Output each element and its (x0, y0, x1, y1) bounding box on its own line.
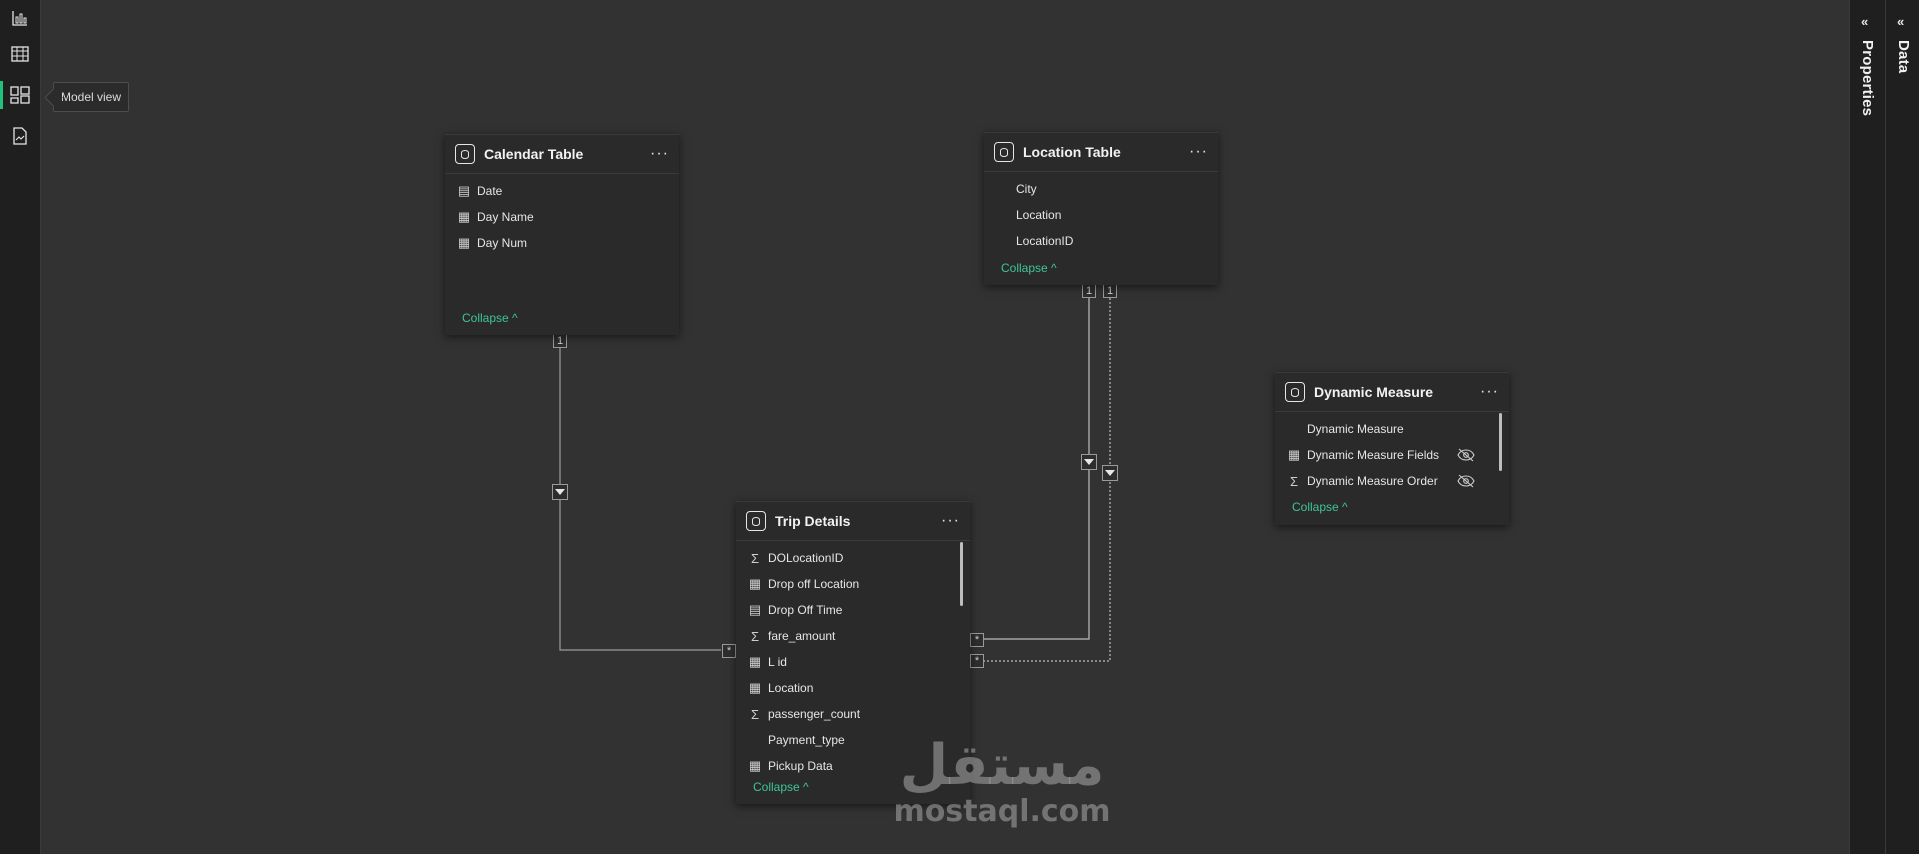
table-icon (746, 511, 766, 531)
field-dynamic-measure-fields[interactable]: ▦ Dynamic Measure Fields (1275, 442, 1509, 468)
table-icon (994, 142, 1014, 162)
relationship-calendar-trip[interactable] (559, 348, 721, 651)
calculated-column-icon: ▦ (748, 654, 762, 669)
collapse-link[interactable]: Collapse ^ (984, 261, 1057, 275)
trip-details-table-header[interactable]: Trip Details ··· (736, 502, 970, 541)
collapse-link[interactable]: Collapse ^ (1275, 500, 1348, 514)
field-drop-off-location[interactable]: ▦ Drop off Location (736, 571, 970, 597)
data-pane-label[interactable]: Data (1895, 40, 1912, 73)
location-table-title: Location Table (1023, 144, 1121, 160)
expand-chevron-icon[interactable]: « (1861, 14, 1868, 29)
field-drop-off-time[interactable]: ▤ Drop Off Time (736, 597, 970, 623)
dax-query-view-button[interactable] (0, 118, 40, 154)
field-date[interactable]: ▤ Date (445, 178, 679, 204)
trip-details-table-title: Trip Details (775, 513, 851, 529)
watermark-latin: mostaql.com (893, 794, 1111, 829)
cardinality-many-trip-location-b: * (970, 654, 984, 668)
field-parameter-icon: ▦ (1287, 447, 1301, 462)
calculated-column-icon: ▦ (457, 235, 471, 250)
table-icon (1285, 382, 1305, 402)
filter-direction-arrow-icon[interactable] (552, 484, 568, 500)
report-view-button[interactable] (0, 0, 40, 36)
dax-query-icon (13, 127, 27, 145)
field-day-name[interactable]: ▦ Day Name (445, 204, 679, 230)
calendar-icon: ▤ (748, 602, 762, 617)
sigma-icon: Σ (1289, 473, 1299, 489)
location-table-header[interactable]: Location Table ··· (984, 133, 1218, 172)
calendar-table-card[interactable]: Calendar Table ··· ▤ Date ▦ Day Name ▦ Day … (445, 134, 679, 335)
field-location[interactable]: Location (984, 202, 1218, 228)
hidden-eye-icon[interactable] (1457, 448, 1475, 462)
calculated-column-icon: ▦ (748, 576, 762, 591)
table-icon (455, 144, 475, 164)
more-options-icon[interactable]: ··· (941, 512, 960, 530)
cardinality-one-location-b: 1 (1103, 284, 1117, 298)
calendar-table-title: Calendar Table (484, 146, 584, 162)
calculated-column-icon: ▦ (748, 680, 762, 695)
field-fare-amount[interactable]: Σfare_amount (736, 623, 970, 649)
collapse-link[interactable]: Collapse ^ (445, 311, 518, 325)
model-canvas[interactable]: 1 1 1 * * * Calendar Table ··· ▤ Date ▦ Da… (41, 0, 1848, 854)
properties-pane-label[interactable]: Properties (1859, 40, 1876, 116)
field-city[interactable]: City (984, 176, 1218, 202)
calendar-icon: ▤ (457, 183, 471, 198)
dynamic-measure-table-title: Dynamic Measure (1314, 384, 1434, 400)
bar-chart-icon (12, 11, 27, 26)
collapse-link[interactable]: Collapse ^ (736, 780, 809, 794)
more-options-icon[interactable]: ··· (1189, 143, 1208, 161)
filter-direction-arrow-icon[interactable] (1081, 454, 1097, 470)
scrollbar[interactable] (960, 542, 963, 606)
field-location[interactable]: ▦ Location (736, 675, 970, 701)
field-dolocationid[interactable]: Σ DOLocationID (736, 545, 970, 571)
cardinality-many-trip-location-a: * (970, 633, 984, 647)
model-diagram-icon (10, 86, 30, 104)
field-l-id[interactable]: ▦ L id (736, 649, 970, 675)
location-table-card[interactable]: Location Table ··· City Location Locatio… (984, 132, 1218, 285)
field-dynamic-measure[interactable]: Dynamic Measure (1275, 416, 1509, 442)
field-locationid[interactable]: LocationID (984, 228, 1218, 254)
cardinality-many-trip-calendar: * (722, 644, 736, 658)
relationship-location-trip-active[interactable] (984, 298, 1090, 640)
data-pane-collapsed[interactable]: « Data (1886, 0, 1919, 854)
scrollbar[interactable] (1499, 413, 1502, 471)
sigma-icon: Σ (750, 706, 760, 722)
calculated-column-icon: ▦ (457, 209, 471, 224)
field-passenger-count[interactable]: Σpassenger_count (736, 701, 970, 727)
calendar-table-header[interactable]: Calendar Table ··· (445, 135, 679, 174)
properties-pane-collapsed[interactable]: « Properties (1850, 0, 1885, 854)
filter-direction-arrow-icon[interactable] (1102, 465, 1118, 481)
view-switcher-rail (0, 0, 41, 854)
expand-chevron-icon[interactable]: « (1897, 14, 1904, 29)
table-grid-icon (11, 46, 29, 62)
dynamic-measure-table-card[interactable]: Dynamic Measure ··· Dynamic Measure ▦ Dyn… (1275, 372, 1509, 525)
side-panes: « Properties « Data (1849, 0, 1919, 854)
dynamic-measure-table-header[interactable]: Dynamic Measure ··· (1275, 373, 1509, 412)
field-day-num[interactable]: ▦ Day Num (445, 230, 679, 256)
more-options-icon[interactable]: ··· (650, 145, 669, 163)
field-dynamic-measure-order[interactable]: Σ Dynamic Measure Order (1275, 468, 1509, 494)
cardinality-one-calendar: 1 (553, 334, 567, 348)
table-view-button[interactable] (0, 36, 40, 72)
sigma-icon: Σ (750, 550, 760, 566)
calculated-column-icon: ▦ (748, 758, 762, 773)
relationship-location-trip-inactive[interactable] (984, 298, 1111, 662)
watermark: مستقل mostaql.com (887, 736, 1117, 828)
cardinality-one-location-a: 1 (1082, 284, 1096, 298)
sigma-icon: Σ (750, 628, 760, 644)
more-options-icon[interactable]: ··· (1480, 383, 1499, 401)
hidden-eye-icon[interactable] (1457, 474, 1475, 488)
model-view-button[interactable] (0, 77, 40, 113)
watermark-arabic: مستقل (899, 733, 1105, 798)
